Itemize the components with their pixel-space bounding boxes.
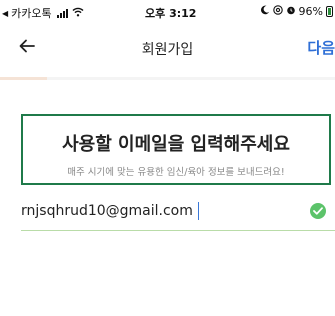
text-cursor [198,202,199,220]
prompt-subtitle: 매주 시기에 맞는 유용한 임신/육아 정보를 보내드려요! [67,167,285,178]
check-circle-icon [310,203,326,219]
email-prompt-box: 사용할 이메일을 입력해주세요 매주 시기에 맞는 유용한 임신/육아 정보를 … [21,114,331,185]
signal-icon [56,8,68,18]
email-field[interactable] [21,200,301,222]
signup-progress-fill [0,77,47,80]
status-left: ◀ 카카오톡 [2,5,84,21]
email-field-wrap [21,194,335,231]
status-bar: ◀ 카카오톡 오후 3:12 96% [0,0,335,24]
back-app-label[interactable]: 카카오톡 [11,5,51,21]
alarm-icon [286,5,296,18]
status-time: 오후 3:12 [145,7,197,20]
signup-screen: ◀ 카카오톡 오후 3:12 96% 회원가입 다음 사용할 이메일을 입력해주… [0,0,335,316]
next-button[interactable]: 다음 [307,37,335,58]
signup-progress-bar [0,77,335,80]
back-triangle-icon[interactable]: ◀ [2,9,8,18]
wifi-icon [72,7,84,20]
status-right: 96% [260,5,333,18]
battery-percent: 96% [298,5,323,18]
page-title: 회원가입 [141,42,194,58]
battery-icon [326,6,333,17]
prompt-title: 사용할 이메일을 입력해주세요 [62,134,290,155]
nav-bar: 회원가입 다음 [0,24,335,72]
moon-icon [260,5,270,18]
at-icon [272,5,283,18]
